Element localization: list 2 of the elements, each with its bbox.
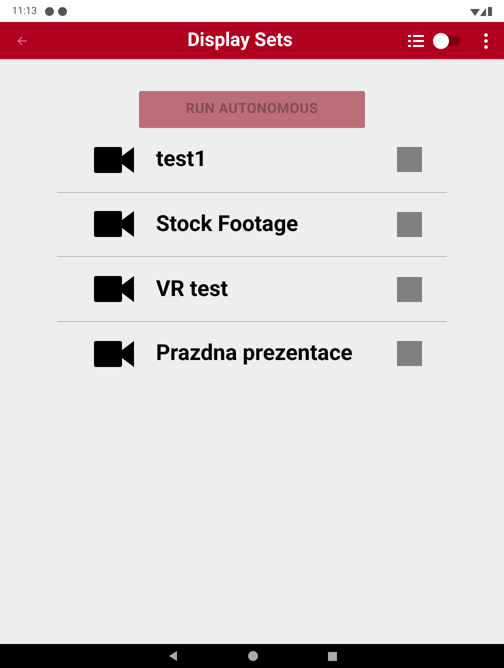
app-title: Display Sets [187,27,293,54]
status-time: 11:13 [12,4,37,18]
